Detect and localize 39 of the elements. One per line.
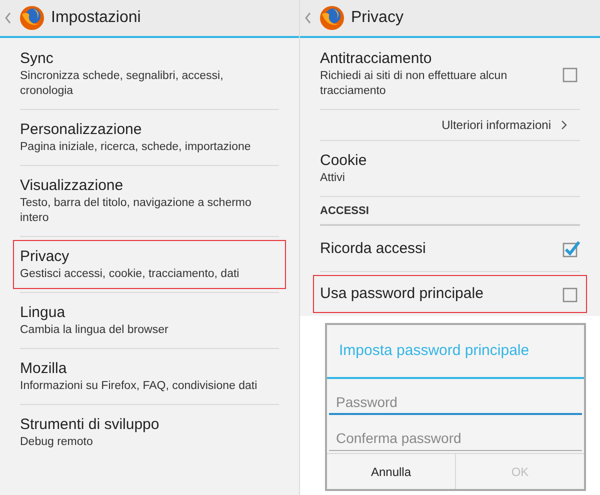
settings-item[interactable]: Visualizzazione Testo, barra del titolo, navigazione a schermo intero bbox=[13, 169, 286, 233]
item-subtitle: Testo, barra del titolo, navigazione a schermo intero bbox=[20, 196, 252, 226]
settings-item[interactable]: Personalizzazione Pagina iniziale, ricerca, schede, importazione bbox=[13, 113, 286, 162]
item-subtitle: Attivi bbox=[320, 171, 346, 186]
settings-item[interactable]: Strumenti di sviluppo Debug remoto bbox=[13, 408, 286, 457]
item-subtitle: Gestisci accessi, cookie, tracciamento, dati bbox=[20, 267, 240, 282]
password-field[interactable]: Conferma password bbox=[329, 426, 582, 450]
dialog-title: Imposta password principale bbox=[338, 341, 530, 361]
item-subtitle: Cambia la lingua del browser bbox=[20, 323, 170, 338]
more-info-link[interactable]: Ulteriori informazioni bbox=[320, 113, 580, 137]
item-title: Mozilla bbox=[20, 359, 68, 379]
item-title: Usa password principale bbox=[320, 284, 484, 304]
dialog-button[interactable]: Annulla bbox=[327, 454, 455, 489]
item-title: Sync bbox=[20, 49, 54, 69]
item-title: Ricorda accessi bbox=[320, 238, 427, 258]
settings-item[interactable]: Mozilla Informazioni su Firefox, FAQ, condivisione dati bbox=[13, 352, 286, 401]
item-subtitle: Pagina iniziale, ricerca, schede, importazione bbox=[20, 140, 252, 155]
password-field[interactable]: Password bbox=[329, 390, 582, 414]
item-title: Strumenti di sviluppo bbox=[20, 415, 160, 435]
item-title: Lingua bbox=[20, 303, 66, 323]
screen-title: Privacy bbox=[351, 8, 404, 28]
item-title: Privacy bbox=[20, 247, 70, 267]
item-subtitle: Richiedi ai siti di non effettuare alcun tracciamento bbox=[320, 69, 508, 99]
item-title: Antitracciamento bbox=[320, 49, 433, 69]
settings-item[interactable]: Sync Sincronizza schede, segnalibri, accessi, cronologia bbox=[13, 42, 286, 106]
item-title: Cookie bbox=[320, 151, 368, 171]
screen-title: Impostazioni bbox=[51, 8, 141, 28]
settings-item[interactable]: Privacy Gestisci accessi, cookie, tracciamento, dati bbox=[13, 240, 286, 289]
item-title: Personalizzazione bbox=[20, 120, 143, 140]
settings-item[interactable]: Usa password principale bbox=[313, 274, 587, 312]
settings-item[interactable]: Antitracciamento Richiedi ai siti di non effettuare alcun tracciamento bbox=[313, 42, 587, 106]
item-subtitle: Sincronizza schede, segnalibri, accessi, cronologia bbox=[20, 69, 224, 99]
settings-item[interactable]: Lingua Cambia la lingua del browser bbox=[13, 296, 286, 345]
item-subtitle: Debug remoto bbox=[20, 435, 94, 450]
settings-item[interactable]: Ricorda accessi bbox=[313, 230, 587, 268]
item-title: Visualizzazione bbox=[20, 176, 124, 196]
section-header: ACCESSI bbox=[320, 204, 370, 219]
item-subtitle: Informazioni su Firefox, FAQ, condivisione dati bbox=[20, 379, 258, 394]
settings-item[interactable]: Cookie Attivi bbox=[313, 144, 587, 193]
